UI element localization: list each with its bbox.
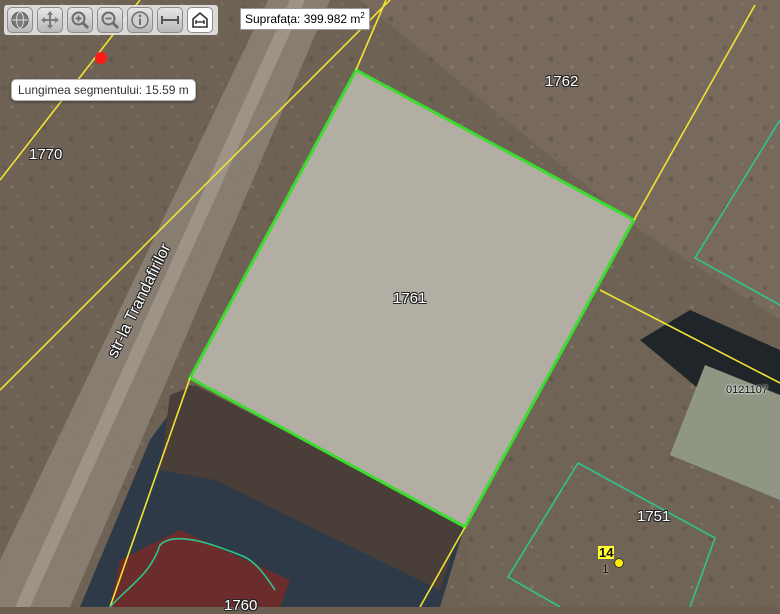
measure-area-icon: [192, 11, 208, 28]
measure-area-button[interactable]: [187, 7, 213, 33]
zoom-in-icon: [71, 11, 90, 30]
zoom-out-button[interactable]: [97, 7, 123, 33]
parcel-label-1761: 1761: [393, 290, 427, 307]
survey-point-marker[interactable]: [95, 52, 107, 64]
map-toolbar: [4, 5, 218, 35]
area-measurement-text: Suprafața: 399.982 m: [245, 12, 361, 26]
parcel-label-1751: 1751: [637, 508, 671, 525]
info-icon: [131, 11, 149, 29]
point-marker-label: 14: [598, 545, 615, 560]
segment-length-tooltip: Lungimea segmentului: 15.59 m: [11, 79, 196, 101]
globe-tool-button[interactable]: [7, 7, 33, 33]
parcel-label-1760: 1760: [224, 597, 258, 614]
area-unit-exponent: 2: [360, 11, 365, 20]
point-marker-sublabel: 1: [602, 562, 609, 576]
parcel-label-1762: 1762: [545, 73, 579, 90]
pan-arrows-icon: [41, 11, 59, 29]
parcel-label-0121107: 0121107: [726, 384, 769, 396]
measure-distance-button[interactable]: [157, 7, 183, 33]
parcel-label-1770: 1770: [29, 146, 63, 163]
globe-icon: [11, 11, 29, 29]
zoom-out-icon: [101, 11, 120, 30]
zoom-in-button[interactable]: [67, 7, 93, 33]
measure-distance-icon: [161, 16, 179, 24]
point-marker-14[interactable]: [614, 558, 624, 568]
area-measurement-readout: Suprafața: 399.982 m2: [240, 8, 370, 30]
info-tool-button[interactable]: [127, 7, 153, 33]
pan-tool-button[interactable]: [37, 7, 63, 33]
